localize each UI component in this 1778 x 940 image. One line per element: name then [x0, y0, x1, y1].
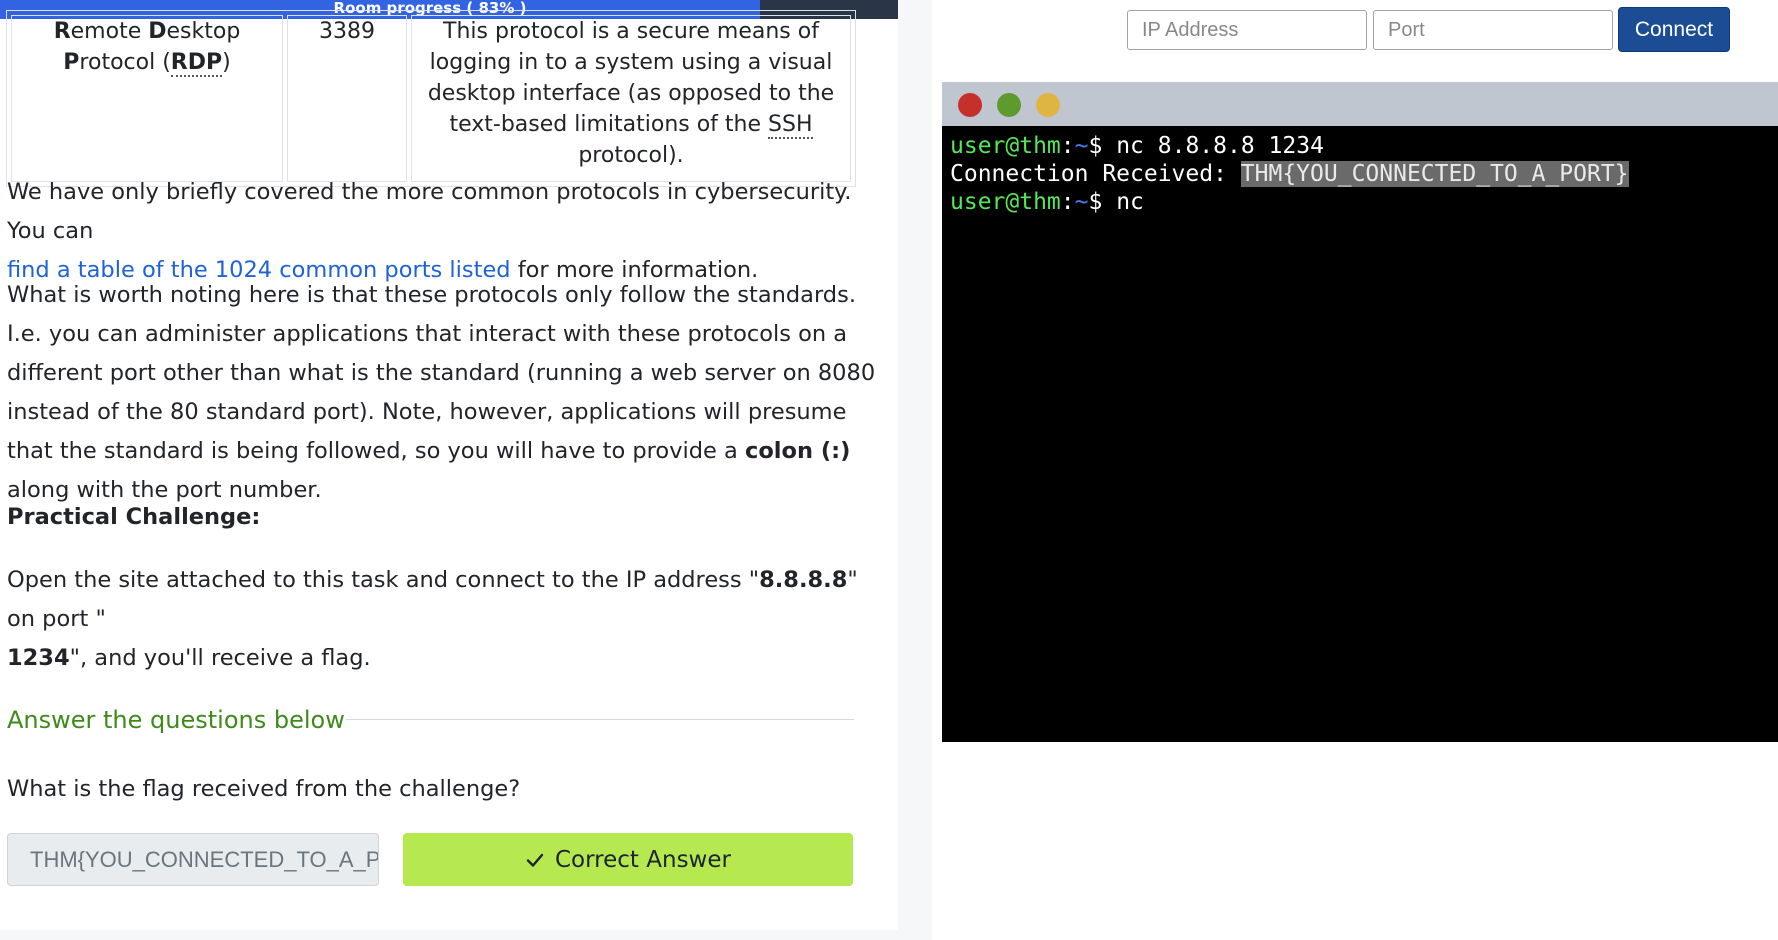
check-icon: [526, 853, 544, 867]
answers-divider: [346, 719, 854, 720]
terminal-line: user@thm:~$ nc: [950, 189, 1144, 215]
terminal-titlebar: [942, 82, 1778, 126]
common-ports-paragraph: We have only briefly covered the more co…: [7, 179, 852, 283]
terminal-window[interactable]: user@thm:~$ nc 8.8.8.8 1234 Connection Re…: [942, 82, 1778, 742]
minimize-dot-icon[interactable]: [997, 93, 1021, 117]
answers-heading: Answer the questions below: [7, 706, 345, 734]
table-row: Remote Desktop Protocol (RDP) 3389 This …: [11, 15, 851, 182]
terminal-output: user@thm:~$ nc 8.8.8.8 1234 Connection Re…: [950, 132, 1629, 216]
protocol-table: Remote Desktop Protocol (RDP) 3389 This …: [6, 10, 856, 187]
answer-field[interactable]: THM{YOU_CONNECTED_TO_A_PORT}: [7, 833, 379, 886]
connect-button[interactable]: Connect: [1618, 7, 1730, 52]
standards-paragraph: What is worth noting here is that these …: [7, 282, 876, 503]
correct-answer-label: Correct Answer: [555, 846, 731, 873]
close-dot-icon[interactable]: [958, 93, 982, 117]
panel-divider: [898, 0, 932, 940]
terminal-flag: THM{YOU_CONNECTED_TO_A_PORT}: [1240, 161, 1629, 187]
port-number-cell: 3389: [287, 15, 407, 182]
protocol-name-cell: Remote Desktop Protocol (RDP): [11, 15, 283, 182]
panel-footer-strip: [0, 930, 898, 940]
ip-address-input[interactable]: [1127, 10, 1367, 50]
terminal-line: Connection Received: THM{YOU_CONNECTED_T…: [950, 161, 1629, 187]
question-text: What is the flag received from the chall…: [7, 776, 521, 802]
challenge-heading: Practical Challenge:: [7, 504, 261, 530]
maximize-dot-icon[interactable]: [1036, 93, 1060, 117]
challenge-paragraph: Open the site attached to this task and …: [7, 567, 858, 671]
ssh-abbreviation[interactable]: SSH: [768, 112, 813, 139]
terminal-line: user@thm:~$ nc 8.8.8.8 1234: [950, 133, 1324, 159]
protocol-description-cell: This protocol is a secure means of loggi…: [411, 15, 851, 182]
rdp-abbreviation[interactable]: RDP: [170, 50, 223, 77]
correct-answer-button[interactable]: Correct Answer: [403, 833, 853, 886]
port-input[interactable]: [1373, 10, 1613, 50]
task-panel: Room progress ( 83% ) Remote Desktop Pro…: [0, 0, 898, 930]
